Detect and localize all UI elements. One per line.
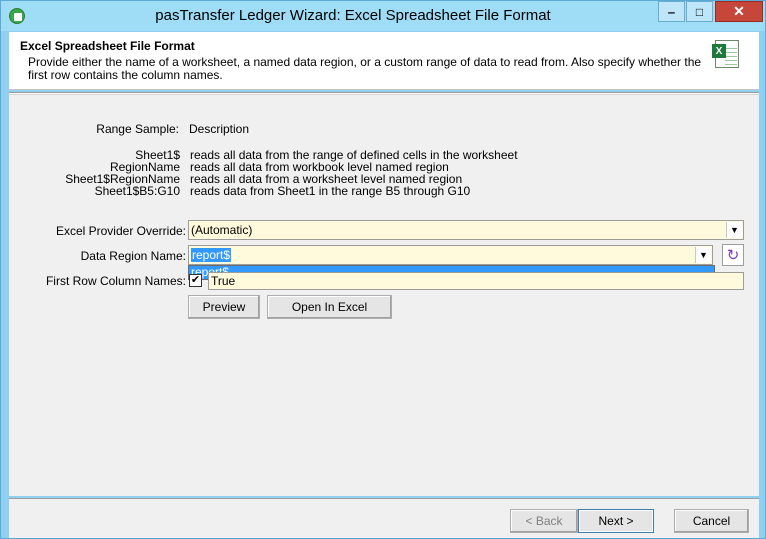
- provider-label: Excel Provider Override:: [55, 224, 186, 238]
- title-bar[interactable]: pasTransfer Ledger Wizard: Excel Spreads…: [1, 1, 765, 31]
- minimize-button[interactable]: ‒: [658, 1, 685, 22]
- first-row-value: True: [211, 274, 236, 288]
- provider-select[interactable]: (Automatic) ▼: [188, 220, 744, 240]
- wizard-window: pasTransfer Ledger Wizard: Excel Spreads…: [0, 0, 766, 539]
- close-icon: ✕: [733, 3, 745, 19]
- provider-value: (Automatic): [191, 223, 253, 237]
- minimize-icon: ‒: [668, 4, 675, 19]
- close-button[interactable]: ✕: [715, 1, 763, 22]
- sample-label: Sheet1$B5:G10: [94, 184, 180, 198]
- preview-button[interactable]: Preview: [188, 295, 260, 319]
- wizard-footer: < Back Next > Cancel: [9, 498, 759, 538]
- page-title: Excel Spreadsheet File Format: [20, 39, 195, 53]
- region-label: Data Region Name:: [80, 249, 186, 263]
- open-in-excel-button[interactable]: Open In Excel: [267, 295, 392, 319]
- next-button[interactable]: Next >: [578, 509, 654, 533]
- maximize-icon: □: [695, 4, 704, 19]
- check-icon: ✔: [190, 274, 201, 286]
- main-panel: Range Sample: Description Sheet1$ reads …: [9, 94, 759, 496]
- description-header: Description: [189, 122, 250, 136]
- range-sample-header: Range Sample:: [96, 122, 179, 136]
- refresh-icon[interactable]: ↻: [722, 244, 744, 266]
- sample-desc: reads data from Sheet1 in the range B5 t…: [190, 184, 471, 198]
- first-row-checkbox[interactable]: ✔: [189, 274, 202, 287]
- page-description: Provide either the name of a worksheet, …: [28, 55, 702, 82]
- chevron-down-icon[interactable]: ▼: [726, 222, 742, 238]
- region-value[interactable]: report$: [191, 248, 232, 262]
- region-select[interactable]: report$ ▼: [188, 245, 713, 265]
- maximize-button[interactable]: □: [686, 1, 713, 22]
- back-button[interactable]: < Back: [510, 509, 578, 533]
- excel-file-icon: X: [712, 40, 739, 68]
- first-row-value-field: True: [208, 272, 744, 290]
- chevron-down-icon[interactable]: ▼: [695, 247, 711, 263]
- wizard-header: Excel Spreadsheet File Format Provide ei…: [9, 32, 759, 90]
- cancel-button[interactable]: Cancel: [674, 509, 749, 533]
- window-title: pasTransfer Ledger Wizard: Excel Spreads…: [155, 7, 551, 24]
- first-row-label: First Row Column Names:: [45, 274, 186, 288]
